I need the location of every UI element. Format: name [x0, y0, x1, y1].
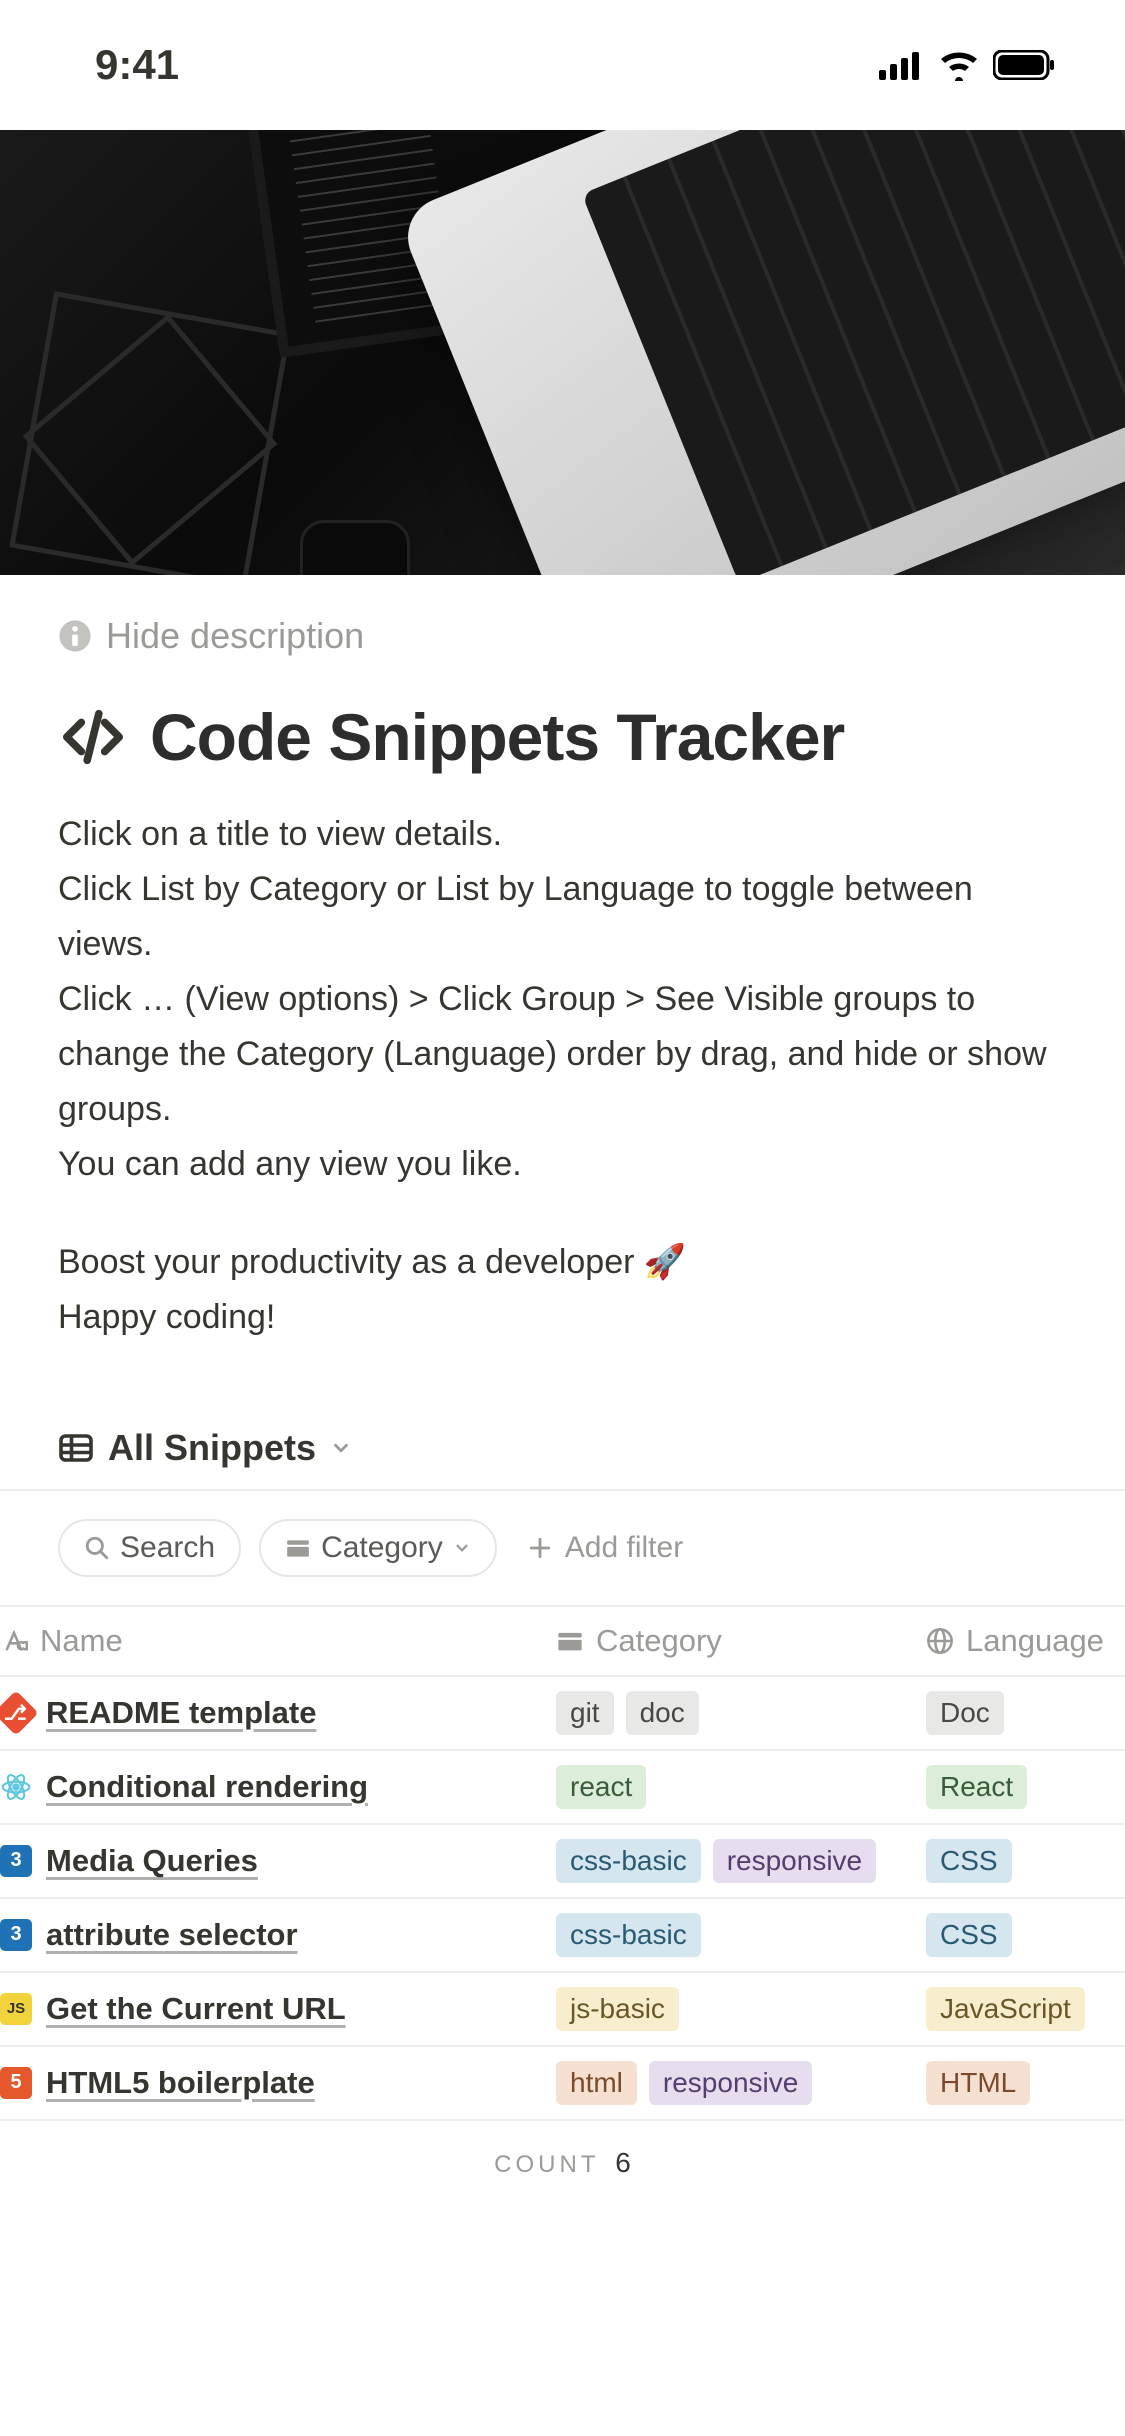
- table-header: Name Category Language: [0, 1605, 1125, 1677]
- count-label: COUNT: [494, 2151, 599, 2178]
- cell-language: CSS: [912, 1839, 1125, 1883]
- folder-icon: [285, 1535, 311, 1561]
- filter-category-label: Category: [321, 1531, 443, 1565]
- table-row[interactable]: 3Media Queries css-basic responsive CSS: [0, 1825, 1125, 1899]
- cover-image: [0, 130, 1125, 575]
- col-name[interactable]: Name: [0, 1623, 542, 1659]
- category-tag: html: [556, 2061, 637, 2105]
- cell-language: Doc: [912, 1691, 1125, 1735]
- cell-name[interactable]: 3Media Queries: [0, 1843, 542, 1879]
- view-selector[interactable]: All Snippets: [58, 1427, 1067, 1469]
- search-label: Search: [120, 1531, 215, 1565]
- view-name: All Snippets: [108, 1427, 316, 1469]
- language-tag: Doc: [926, 1691, 1004, 1735]
- search-icon: [84, 1535, 110, 1561]
- cell-category: js-basic: [542, 1987, 912, 2031]
- category-tag: css-basic: [556, 1839, 701, 1883]
- search-pill[interactable]: Search: [58, 1519, 241, 1577]
- status-bar: 9:41: [0, 0, 1125, 130]
- row-title: README template: [46, 1695, 316, 1731]
- count-value: 6: [615, 2147, 631, 2178]
- cell-category: react: [542, 1765, 912, 1809]
- filter-category-pill[interactable]: Category: [259, 1519, 497, 1577]
- filter-bar: Search Category Add filter: [58, 1491, 1067, 1605]
- language-tag: React: [926, 1765, 1027, 1809]
- cell-category: css-basic responsive: [542, 1839, 912, 1883]
- text-icon: [0, 1627, 28, 1655]
- row-count: COUNT 6: [0, 2121, 1125, 2205]
- language-tag: CSS: [926, 1913, 1012, 1957]
- desc-line: Click on a title to view details.: [58, 807, 1067, 862]
- cell-language: HTML: [912, 2061, 1125, 2105]
- cell-category: gitdoc: [542, 1691, 912, 1735]
- language-tag: HTML: [926, 2061, 1030, 2105]
- desc-line: Click … (View options) > Click Group > S…: [58, 972, 1067, 1137]
- cell-language: React: [912, 1765, 1125, 1809]
- category-tag: css-basic: [556, 1913, 701, 1957]
- page-description: Click on a title to view details. Click …: [58, 807, 1067, 1345]
- category-tag: doc: [626, 1691, 699, 1735]
- row-title: HTML5 boilerplate: [46, 2065, 315, 2101]
- row-title: attribute selector: [46, 1917, 298, 1953]
- table-row[interactable]: 5HTML5 boilerplate html responsive HTML: [0, 2047, 1125, 2121]
- add-filter-label: Add filter: [565, 1531, 683, 1565]
- cellular-icon: [879, 50, 925, 80]
- table-row[interactable]: Conditional rendering react React: [0, 1751, 1125, 1825]
- plus-icon: [527, 1535, 553, 1561]
- cell-name[interactable]: Conditional rendering: [0, 1769, 542, 1805]
- cell-name[interactable]: ⎇README template: [0, 1695, 542, 1731]
- page-title-row: Code Snippets Tracker: [58, 699, 1067, 775]
- table-icon: [58, 1430, 94, 1466]
- table-row[interactable]: 3attribute selector css-basic CSS: [0, 1899, 1125, 1973]
- battery-icon: [993, 50, 1055, 80]
- hide-description-label: Hide description: [106, 615, 364, 657]
- desc-line: Happy coding!: [58, 1290, 1067, 1345]
- status-time: 9:41: [95, 41, 179, 89]
- cell-language: JavaScript: [912, 1987, 1125, 2031]
- desc-line: You can add any view you like.: [58, 1137, 1067, 1192]
- folder-icon: [556, 1627, 584, 1655]
- category-tag: responsive: [713, 1839, 876, 1883]
- language-tag: CSS: [926, 1839, 1012, 1883]
- cell-category: html responsive: [542, 2061, 912, 2105]
- cell-name[interactable]: JSGet the Current URL: [0, 1991, 542, 2027]
- chevron-down-icon: [330, 1437, 352, 1459]
- category-tag: react: [556, 1765, 646, 1809]
- table-row[interactable]: ⎇README templategitdocDoc: [0, 1677, 1125, 1751]
- row-title: Get the Current URL: [46, 1991, 346, 2027]
- code-icon: [58, 702, 128, 772]
- cell-name[interactable]: 3attribute selector: [0, 1917, 542, 1953]
- add-filter-button[interactable]: Add filter: [527, 1531, 683, 1565]
- category-tag: responsive: [649, 2061, 812, 2105]
- snippets-table: Name Category Language ⎇README templateg…: [0, 1605, 1125, 2121]
- globe-icon: [926, 1627, 954, 1655]
- category-tag: js-basic: [556, 1987, 679, 2031]
- hide-description-toggle[interactable]: Hide description: [58, 615, 1067, 657]
- chevron-down-icon: [453, 1539, 471, 1557]
- cell-name[interactable]: 5HTML5 boilerplate: [0, 2065, 542, 2101]
- category-tag: git: [556, 1691, 614, 1735]
- language-tag: JavaScript: [926, 1987, 1085, 2031]
- col-language[interactable]: Language: [912, 1623, 1125, 1659]
- cell-language: CSS: [912, 1913, 1125, 1957]
- cell-category: css-basic: [542, 1913, 912, 1957]
- row-title: Conditional rendering: [46, 1769, 368, 1805]
- info-icon: [58, 619, 92, 653]
- col-category[interactable]: Category: [542, 1623, 912, 1659]
- desc-line: Click List by Category or List by Langua…: [58, 862, 1067, 972]
- table-row[interactable]: JSGet the Current URL js-basic JavaScript: [0, 1973, 1125, 2047]
- row-title: Media Queries: [46, 1843, 258, 1879]
- status-right: [879, 49, 1055, 81]
- wifi-icon: [937, 49, 981, 81]
- page-title: Code Snippets Tracker: [150, 699, 844, 775]
- desc-line: Boost your productivity as a developer 🚀: [58, 1235, 1067, 1290]
